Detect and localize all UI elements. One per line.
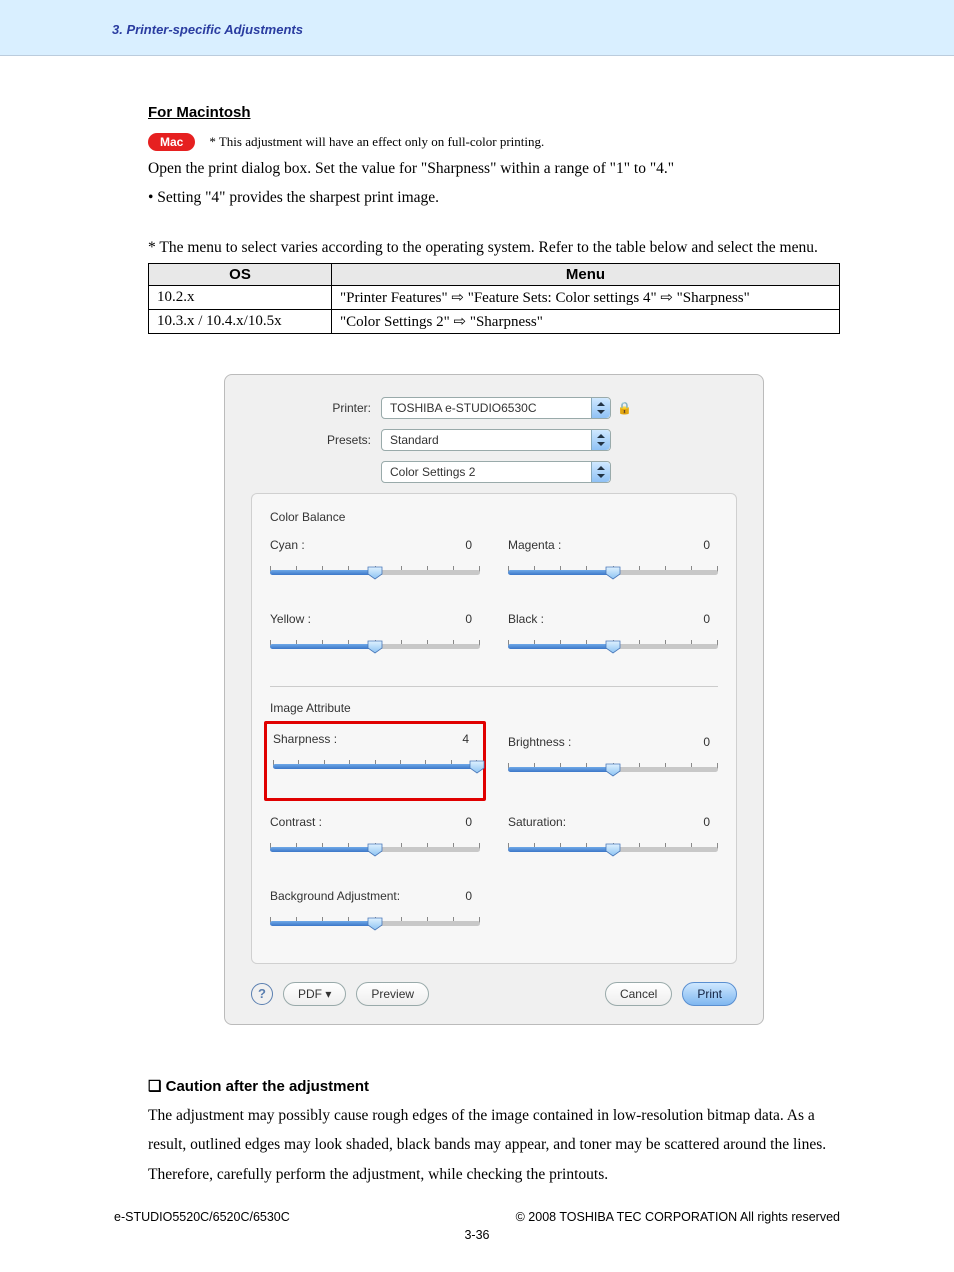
stepper-icon <box>591 430 610 450</box>
slider-saturation[interactable]: Saturation: 0 <box>508 813 718 879</box>
cell-menu: "Color Settings 2" ⇨ "Sharpness" <box>332 309 840 333</box>
footer-model: e-STUDIO5520C/6520C/6530C <box>114 1210 290 1224</box>
slider-label: Background Adjustment: <box>270 889 400 903</box>
slider-thumb-icon[interactable] <box>367 566 383 580</box>
printer-select[interactable]: TOSHIBA e-STUDIO6530C <box>381 397 611 419</box>
slider-track[interactable] <box>273 760 477 786</box>
slider-yellow[interactable]: Yellow : 0 <box>270 610 480 676</box>
slider-black[interactable]: Black : 0 <box>508 610 718 676</box>
slider-label: Brightness : <box>508 735 571 749</box>
slider-magenta[interactable]: Magenta : 0 <box>508 536 718 602</box>
slider-sharpness[interactable]: Sharpness : 4 <box>273 730 477 796</box>
mac-badge: Mac <box>148 133 195 151</box>
footer-copyright: © 2008 TOSHIBA TEC CORPORATION All right… <box>516 1210 840 1224</box>
caution-heading: ❑ Caution after the adjustment <box>148 1077 840 1095</box>
section-color-balance: Color Balance <box>270 510 718 524</box>
slider-cyan[interactable]: Cyan : 0 <box>270 536 480 602</box>
slider-track[interactable] <box>508 843 718 869</box>
slider-value: 0 <box>703 612 710 626</box>
slider-thumb-icon[interactable] <box>469 760 485 774</box>
stepper-icon <box>591 398 610 418</box>
mac-heading: For Macintosh <box>148 104 840 121</box>
slider-value: 0 <box>703 815 710 829</box>
printer-select-value: TOSHIBA e-STUDIO6530C <box>382 401 591 415</box>
caution-heading-text: Caution after the adjustment <box>166 1078 369 1095</box>
slider-label: Contrast : <box>270 815 322 829</box>
presets-select[interactable]: Standard <box>381 429 611 451</box>
cell-os: 10.2.x <box>149 285 332 309</box>
help-button[interactable]: ? <box>251 983 273 1005</box>
preview-button[interactable]: Preview <box>356 982 429 1006</box>
print-dialog: Printer: TOSHIBA e-STUDIO6530C 🔒 Presets… <box>224 374 764 1025</box>
slider-value: 0 <box>465 815 472 829</box>
cancel-button[interactable]: Cancel <box>605 982 672 1006</box>
th-os: OS <box>149 263 332 285</box>
slider-track[interactable] <box>270 640 480 666</box>
slider-label: Magenta : <box>508 538 561 552</box>
table-header-row: OS Menu <box>149 263 840 285</box>
slider-bgadjust[interactable]: Background Adjustment: 0 <box>270 887 480 953</box>
slider-label: Yellow : <box>270 612 311 626</box>
slider-label: Sharpness : <box>273 732 337 746</box>
slider-thumb-icon[interactable] <box>367 640 383 654</box>
table-row: 10.2.x "Printer Features" ⇨ "Feature Set… <box>149 285 840 309</box>
slider-thumb-icon[interactable] <box>605 763 621 777</box>
sharpness-highlight: Sharpness : 4 <box>264 721 486 801</box>
caution-body: The adjustment may possibly cause rough … <box>148 1101 840 1189</box>
slider-track[interactable] <box>508 566 718 592</box>
slider-label: Saturation: <box>508 815 566 829</box>
pane-select-value: Color Settings 2 <box>382 465 591 479</box>
slider-track[interactable] <box>270 566 480 592</box>
slider-label: Cyan : <box>270 538 305 552</box>
page-footer: e-STUDIO5520C/6520C/6530C © 2008 TOSHIBA… <box>114 1210 840 1242</box>
slider-thumb-icon[interactable] <box>605 566 621 580</box>
slider-thumb-icon[interactable] <box>367 843 383 857</box>
slider-brightness[interactable]: Brightness : 0 <box>508 733 718 805</box>
slider-value: 0 <box>465 612 472 626</box>
slider-value: 0 <box>703 538 710 552</box>
cell-os: 10.3.x / 10.4.x/10.5x <box>149 309 332 333</box>
lock-icon: 🔒 <box>617 401 632 415</box>
slider-value: 0 <box>465 538 472 552</box>
chapter-title: 3. Printer-specific Adjustments <box>112 22 954 37</box>
slider-contrast[interactable]: Contrast : 0 <box>270 813 480 879</box>
slider-track[interactable] <box>508 640 718 666</box>
mac-note: * This adjustment will have an effect on… <box>209 134 544 150</box>
slider-track[interactable] <box>270 917 480 943</box>
page-number: 3-36 <box>114 1228 840 1242</box>
stepper-icon <box>591 462 610 482</box>
os-menu-table: OS Menu 10.2.x "Printer Features" ⇨ "Fea… <box>148 263 840 334</box>
settings-panel: Color Balance Cyan : 0 Magenta : 0 Yellow … <box>251 493 737 964</box>
presets-select-value: Standard <box>382 433 591 447</box>
slider-thumb-icon[interactable] <box>605 640 621 654</box>
section-image-attribute: Image Attribute <box>270 701 718 715</box>
pdf-button[interactable]: PDF ▾ <box>283 982 346 1006</box>
print-button[interactable]: Print <box>682 982 737 1006</box>
slider-label: Black : <box>508 612 544 626</box>
slider-thumb-icon[interactable] <box>605 843 621 857</box>
instruction-bullet: • Setting "4" provides the sharpest prin… <box>148 189 840 207</box>
slider-value: 0 <box>465 889 472 903</box>
table-row: 10.3.x / 10.4.x/10.5x "Color Settings 2"… <box>149 309 840 333</box>
cell-menu: "Printer Features" ⇨ "Feature Sets: Colo… <box>332 285 840 309</box>
table-note: * The menu to select varies according to… <box>148 239 840 257</box>
slider-value: 4 <box>462 732 469 746</box>
th-menu: Menu <box>332 263 840 285</box>
slider-track[interactable] <box>270 843 480 869</box>
pane-select[interactable]: Color Settings 2 <box>381 461 611 483</box>
slider-thumb-icon[interactable] <box>367 917 383 931</box>
printer-label: Printer: <box>251 401 381 415</box>
instruction-paragraph: Open the print dialog box. Set the value… <box>148 155 840 183</box>
slider-track[interactable] <box>508 763 718 789</box>
divider <box>270 686 718 687</box>
slider-value: 0 <box>703 735 710 749</box>
presets-label: Presets: <box>251 433 381 447</box>
